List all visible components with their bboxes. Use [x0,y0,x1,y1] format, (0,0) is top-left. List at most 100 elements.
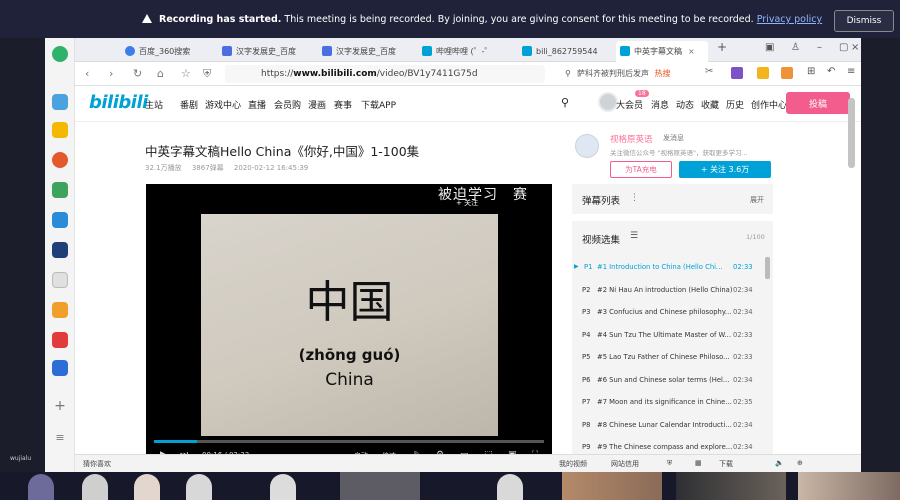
home-icon[interactable]: ⌂ [157,67,164,80]
game-icon[interactable] [52,302,68,318]
nav-esports[interactable]: 赛事 [334,98,352,111]
bilibili-logo[interactable]: bilibili [89,92,148,113]
privacy-policy-link[interactable]: Privacy policy [757,14,822,25]
scissors-icon[interactable]: ✂ [705,66,717,78]
app-blue-icon[interactable] [52,360,68,376]
nav-vip[interactable]: 大会员 [616,98,643,111]
extension-icon[interactable] [731,67,743,79]
add-icon[interactable]: + [52,398,68,414]
shield-icon[interactable]: ⛨ [203,67,211,81]
participant-tile[interactable] [28,474,54,500]
charge-button[interactable]: 为TA充电 [610,161,672,178]
volume-status-icon[interactable]: 🔈 [775,459,784,467]
reload-icon[interactable]: ↻ [133,67,142,80]
more-icon[interactable]: ⋮ [630,193,639,203]
sidebar-app-icon[interactable] [52,94,68,110]
participant-tile[interactable] [497,474,523,500]
forward-icon[interactable]: › [109,67,113,80]
progress-bar[interactable] [154,440,544,443]
weibo-icon[interactable] [52,152,68,168]
nav-creator-center[interactable]: 创作中心 [751,98,787,111]
nav-history[interactable]: 历史 [726,98,744,111]
minimize-icon[interactable]: – [817,42,822,53]
download-link[interactable]: 下载 [719,459,733,469]
app-d-icon[interactable] [52,212,68,228]
danmaku-list-panel[interactable]: 弹幕列表 ⋮ 展开 [572,184,773,214]
tab-1[interactable]: 百度_360搜索 [121,41,213,62]
zoom-icon[interactable]: ⊕ [797,459,803,467]
participant-tile[interactable] [186,474,212,500]
recommend-link[interactable]: 猜你喜欢 [83,459,111,469]
close-window-icon[interactable]: × [851,42,859,53]
back-icon[interactable]: ‹ [85,67,89,80]
uploader-avatar[interactable] [575,134,599,158]
tab-2[interactable]: 汉字发展史_百度 [218,41,314,62]
episode-item[interactable]: P4 #4 Sun Tzu The Ultimate Master of W...… [572,325,764,348]
participant-tile[interactable] [82,474,108,500]
nav-download-app[interactable]: 下载APP [361,98,396,111]
nav-manga[interactable]: 漫画 [308,98,326,111]
site-credit-link[interactable]: 网站信用 [611,459,639,469]
tab-active[interactable]: 中英字幕文稿 × [616,41,708,62]
star-icon[interactable] [52,122,68,138]
tab-list-icon[interactable]: ▣ [765,42,774,53]
grid-status-icon[interactable]: ▦ [695,459,702,467]
tab-3[interactable]: 汉字发展史_百度 [318,41,414,62]
shield-status-icon[interactable]: ⛨ [667,459,672,468]
doc-icon[interactable] [52,272,68,288]
expand-button[interactable]: 展开 [750,195,764,205]
url-input[interactable]: https://www.bilibili.com/video/BV1y7411G… [225,65,545,83]
menu-icon[interactable]: ≡ [52,430,68,446]
app-red-icon[interactable] [52,332,68,348]
browser-menu-icon[interactable]: ≡ [847,66,859,78]
search-input[interactable]: ⚲ 萨科齐被判刑后发声 热搜 [563,65,693,83]
participant-video[interactable] [340,472,420,500]
participant-video[interactable] [676,472,786,500]
nav-main[interactable]: 主站 [145,98,163,111]
nav-games[interactable]: 游戏中心 [205,98,241,111]
episode-item[interactable]: P3 #3 Confucius and Chinese philosophy...… [572,302,764,325]
search-icon[interactable]: ⚲ [561,96,569,109]
grid-icon[interactable]: ⊞ [807,66,819,78]
send-message-link[interactable]: 发消息 [663,133,684,143]
list-view-icon[interactable]: ☰ [630,231,638,241]
nav-dynamics[interactable]: 动态 [676,98,694,111]
mail-icon[interactable] [52,182,68,198]
nav-anime[interactable]: 番剧 [180,98,198,111]
maximize-icon[interactable]: ▢ [839,42,848,53]
participant-video[interactable] [798,472,900,500]
dismiss-button[interactable]: Dismiss [834,10,894,32]
uploader-name[interactable]: 视格原英语 [610,133,653,145]
close-tab-icon[interactable]: × [688,47,695,56]
browser-logo-icon[interactable] [52,46,68,62]
participant-tile[interactable] [134,474,160,500]
follow-button[interactable]: + 关注 3.6万 [679,161,771,178]
user-avatar[interactable] [598,92,618,112]
episode-item[interactable]: P6 #6 Sun and Chinese solar terms (Hel...… [572,370,764,393]
bookmark-icon[interactable]: ☆ [181,67,191,80]
nav-messages[interactable]: 消息 [651,98,669,111]
page-scrollbar[interactable] [848,98,855,168]
participant-tile[interactable] [270,474,296,500]
tab-5[interactable]: bili_862759544 [518,41,614,62]
participant-video[interactable] [562,472,662,500]
player-follow-chip[interactable]: + 关注 [456,198,478,208]
new-tab-icon[interactable]: + [717,40,727,54]
nav-favorites[interactable]: 收藏 [701,98,719,111]
my-video-link[interactable]: 我的视频 [559,459,587,469]
episode-item[interactable]: P5 #5 Lao Tzu Father of Chinese Philoso..… [572,347,764,370]
episode-item[interactable]: P2 #2 Ni Hau An introduction (Hello China… [572,280,764,303]
episode-item[interactable]: ▶ P1 #1 Introduction to China (Hello Chi..… [572,257,764,280]
extension-game-icon[interactable] [781,67,793,79]
nav-shop[interactable]: 会员购 [274,98,301,111]
undo-icon[interactable]: ↶ [827,66,839,78]
episode-item[interactable]: P8 #8 Chinese Lunar Calendar Introducti..… [572,415,764,438]
video-player[interactable]: 中国 (zhōng guó) China 被迫学习 赛 + 关注 ▶ ⏭ 00:… [146,184,552,472]
shirt-icon[interactable]: ♙ [791,42,800,53]
tab-4[interactable]: 哔哩哔哩 (゜-゜ [418,41,514,62]
collection-scrollbar[interactable] [765,257,770,279]
episode-item[interactable]: P7 #7 Moon and its significance in Chine.… [572,392,764,415]
app-tile-icon[interactable] [52,242,68,258]
extension-shield-icon[interactable] [757,67,769,79]
nav-live[interactable]: 直播 [248,98,266,111]
